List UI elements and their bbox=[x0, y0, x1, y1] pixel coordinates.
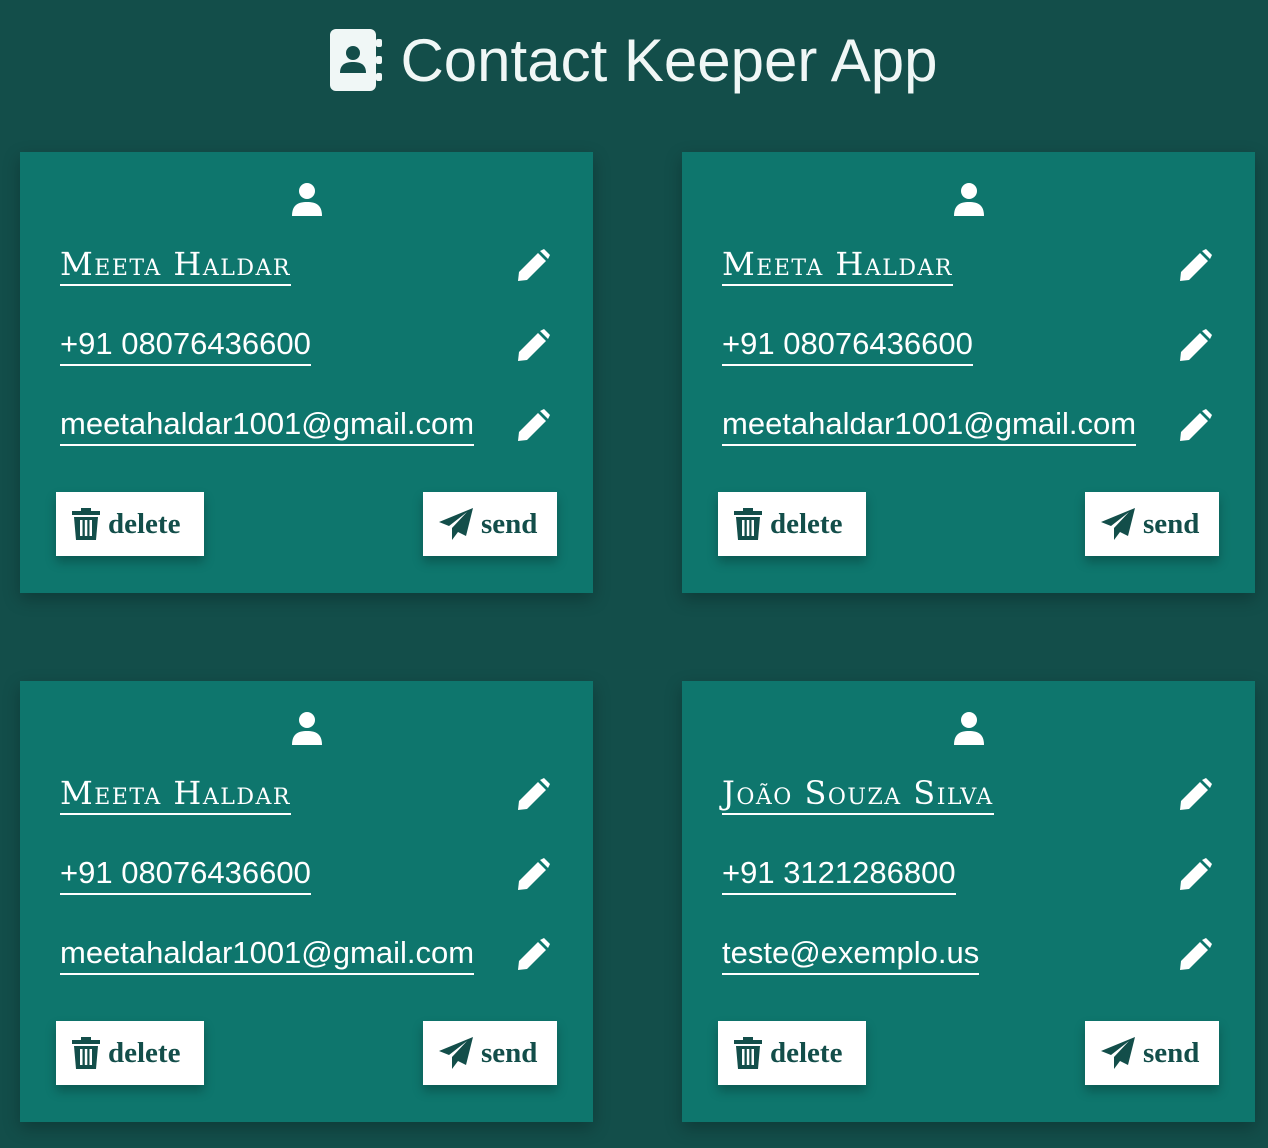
contact-name: Meeta Haldar bbox=[60, 775, 291, 815]
pencil-icon bbox=[1180, 249, 1212, 281]
contact-name: Meeta Haldar bbox=[722, 246, 953, 286]
edit-phone-button[interactable] bbox=[513, 326, 553, 366]
contact-email-row: teste@exemplo.us bbox=[722, 935, 1215, 975]
contact-phone-row: +91 08076436600 bbox=[60, 326, 553, 366]
delete-button[interactable]: delete bbox=[718, 492, 866, 556]
contact-name-row: Meeta Haldar bbox=[722, 246, 1215, 286]
contact-email: meetahaldar1001@gmail.com bbox=[60, 406, 475, 446]
send-button[interactable]: send bbox=[423, 1021, 557, 1085]
paper-plane-icon bbox=[1101, 508, 1135, 540]
pencil-icon bbox=[518, 778, 550, 810]
pencil-icon bbox=[1180, 938, 1212, 970]
edit-phone-button[interactable] bbox=[1175, 855, 1215, 895]
contact-email-row: meetahaldar1001@gmail.com bbox=[60, 406, 553, 446]
pencil-icon bbox=[1180, 858, 1212, 890]
edit-name-button[interactable] bbox=[1175, 775, 1215, 815]
contact-card: Meeta Haldar +91 08076436600 meetahaldar… bbox=[20, 681, 593, 1122]
edit-email-button[interactable] bbox=[1175, 406, 1215, 446]
pencil-icon bbox=[518, 409, 550, 441]
trash-icon bbox=[734, 508, 762, 540]
edit-phone-button[interactable] bbox=[513, 855, 553, 895]
contact-card: João Souza Silva +91 3121286800 teste@ex… bbox=[682, 681, 1255, 1122]
contact-card: Meeta Haldar +91 08076436600 meetahaldar… bbox=[20, 152, 593, 593]
paper-plane-icon bbox=[1101, 1037, 1135, 1069]
pencil-icon bbox=[518, 858, 550, 890]
pencil-icon bbox=[1180, 329, 1212, 361]
contact-email: meetahaldar1001@gmail.com bbox=[60, 935, 475, 975]
card-avatar bbox=[20, 182, 593, 216]
edit-name-button[interactable] bbox=[513, 775, 553, 815]
pencil-icon bbox=[518, 329, 550, 361]
send-label: send bbox=[481, 1036, 538, 1069]
address-book-icon bbox=[330, 29, 383, 91]
contact-phone: +91 08076436600 bbox=[60, 326, 311, 366]
contact-name-row: Meeta Haldar bbox=[60, 775, 553, 815]
card-avatar bbox=[682, 182, 1255, 216]
pencil-icon bbox=[518, 938, 550, 970]
send-button[interactable]: send bbox=[1085, 492, 1219, 556]
contact-email-row: meetahaldar1001@gmail.com bbox=[60, 935, 553, 975]
trash-icon bbox=[734, 1037, 762, 1069]
send-button[interactable]: send bbox=[423, 492, 557, 556]
pencil-icon bbox=[518, 249, 550, 281]
delete-label: delete bbox=[770, 1036, 843, 1069]
paper-plane-icon bbox=[439, 508, 473, 540]
delete-button[interactable]: delete bbox=[56, 1021, 204, 1085]
send-label: send bbox=[1143, 1036, 1200, 1069]
send-button[interactable]: send bbox=[1085, 1021, 1219, 1085]
delete-button[interactable]: delete bbox=[56, 492, 204, 556]
contact-name: João Souza Silva bbox=[722, 775, 994, 815]
user-icon bbox=[953, 183, 984, 216]
card-avatar bbox=[20, 711, 593, 745]
contact-phone-row: +91 3121286800 bbox=[722, 855, 1215, 895]
contact-phone: +91 08076436600 bbox=[722, 326, 973, 366]
contact-email-row: meetahaldar1001@gmail.com bbox=[722, 406, 1215, 446]
app-header: Contact Keeper App bbox=[0, 0, 1268, 120]
delete-button[interactable]: delete bbox=[718, 1021, 866, 1085]
user-icon bbox=[953, 712, 984, 745]
send-label: send bbox=[481, 507, 538, 540]
contact-card: Meeta Haldar +91 08076436600 meetahaldar… bbox=[682, 152, 1255, 593]
delete-label: delete bbox=[108, 1036, 181, 1069]
contact-phone-row: +91 08076436600 bbox=[722, 326, 1215, 366]
contact-email: teste@exemplo.us bbox=[722, 935, 980, 975]
edit-phone-button[interactable] bbox=[1175, 326, 1215, 366]
user-icon bbox=[291, 183, 322, 216]
edit-name-button[interactable] bbox=[513, 246, 553, 286]
edit-email-button[interactable] bbox=[513, 406, 553, 446]
contact-name-row: João Souza Silva bbox=[722, 775, 1215, 815]
delete-label: delete bbox=[770, 507, 843, 540]
pencil-icon bbox=[1180, 409, 1212, 441]
contact-phone: +91 08076436600 bbox=[60, 855, 311, 895]
card-avatar bbox=[682, 711, 1255, 745]
contact-email: meetahaldar1001@gmail.com bbox=[722, 406, 1137, 446]
delete-label: delete bbox=[108, 507, 181, 540]
edit-email-button[interactable] bbox=[513, 935, 553, 975]
pencil-icon bbox=[1180, 778, 1212, 810]
contact-name: Meeta Haldar bbox=[60, 246, 291, 286]
trash-icon bbox=[72, 1037, 100, 1069]
edit-email-button[interactable] bbox=[1175, 935, 1215, 975]
trash-icon bbox=[72, 508, 100, 540]
edit-name-button[interactable] bbox=[1175, 246, 1215, 286]
send-label: send bbox=[1143, 507, 1200, 540]
contact-phone: +91 3121286800 bbox=[722, 855, 956, 895]
contact-name-row: Meeta Haldar bbox=[60, 246, 553, 286]
contact-phone-row: +91 08076436600 bbox=[60, 855, 553, 895]
user-icon bbox=[291, 712, 322, 745]
app-title: Contact Keeper App bbox=[400, 26, 938, 94]
paper-plane-icon bbox=[439, 1037, 473, 1069]
